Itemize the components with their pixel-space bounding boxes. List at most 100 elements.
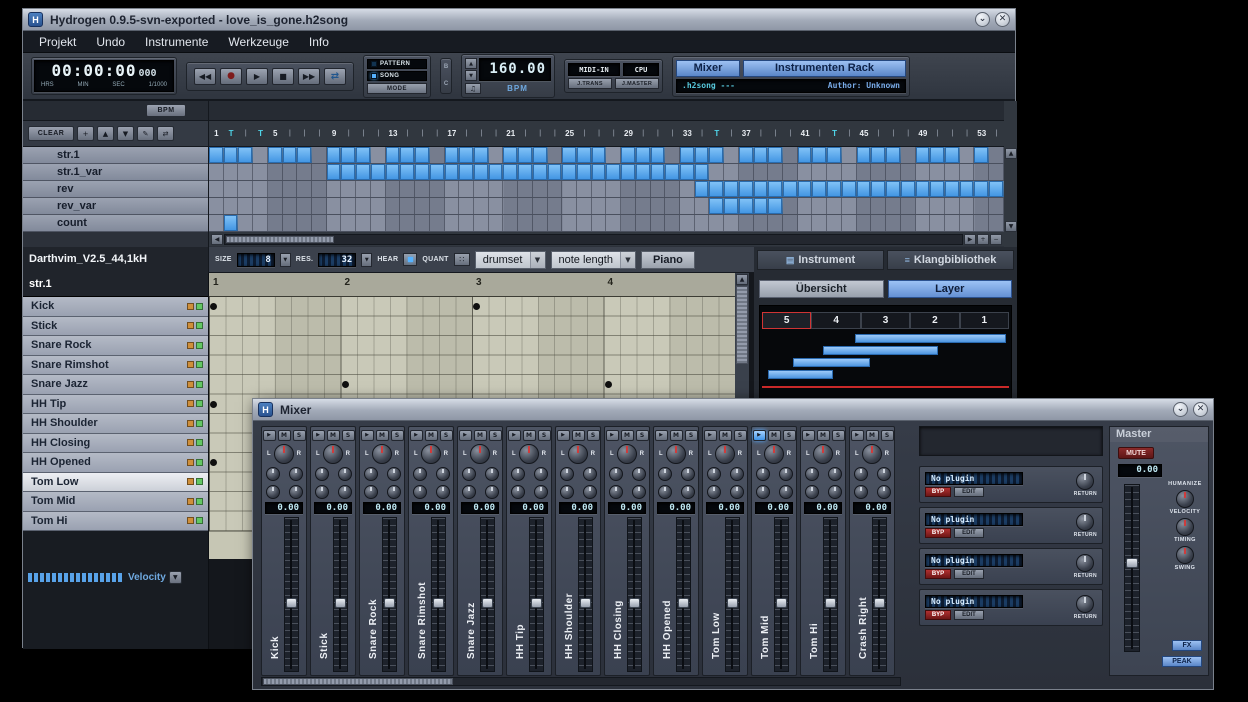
pattern-mode-row[interactable]: PATTERN <box>367 59 427 69</box>
song-grid-cell[interactable] <box>253 147 268 163</box>
hear-notes-button[interactable] <box>403 253 417 266</box>
instrument-solo-led[interactable] <box>196 478 203 485</box>
timeline-cell[interactable]: 5 <box>268 121 283 146</box>
timeline-cell[interactable]: T <box>224 121 239 146</box>
instrument-mute-led[interactable] <box>187 459 194 466</box>
fx-plugin-display[interactable]: No plugin <box>925 595 1023 608</box>
song-grid-cell[interactable] <box>680 147 695 163</box>
timeline-cell[interactable]: | <box>768 121 783 146</box>
song-grid-cell[interactable] <box>238 198 253 214</box>
fx-send-knob[interactable] <box>828 467 842 481</box>
song-grid-cell[interactable] <box>827 181 842 197</box>
velocity-bar[interactable] <box>76 573 80 582</box>
fx-send-knob[interactable] <box>583 485 597 499</box>
song-grid-cell[interactable] <box>562 181 577 197</box>
pan-knob[interactable] <box>372 444 392 464</box>
instrument-solo-led[interactable] <box>196 381 203 388</box>
swing-knob[interactable] <box>1176 546 1194 564</box>
fx-send-knob[interactable] <box>779 485 793 499</box>
song-grid-cell[interactable] <box>224 215 239 231</box>
song-grid-cell[interactable] <box>636 147 651 163</box>
song-grid-cell[interactable] <box>562 147 577 163</box>
song-grid-cell[interactable] <box>974 181 989 197</box>
fx-send-knob[interactable] <box>583 467 597 481</box>
song-grid-cell[interactable] <box>312 164 327 180</box>
song-grid-cell[interactable] <box>695 164 710 180</box>
instrument-solo-led[interactable] <box>196 400 203 407</box>
song-grid-cell[interactable] <box>665 147 680 163</box>
song-grid-cell[interactable] <box>989 215 1004 231</box>
song-grid-cell[interactable] <box>400 164 415 180</box>
mixer-h-scrollbar[interactable] <box>261 677 901 686</box>
timeline-cell[interactable]: | <box>636 121 651 146</box>
fx-send-knob[interactable] <box>877 485 891 499</box>
strip-play-button[interactable]: ▶ <box>459 430 472 441</box>
song-grid-cell[interactable] <box>901 198 916 214</box>
song-grid-cell[interactable] <box>945 181 960 197</box>
song-grid-cell[interactable] <box>930 198 945 214</box>
song-grid-cell[interactable] <box>709 147 724 163</box>
song-grid-cell[interactable] <box>459 164 474 180</box>
timeline-cell[interactable]: 1 <box>209 121 224 146</box>
instrument-solo-led[interactable] <box>196 303 203 310</box>
shade-button[interactable]: ⌄ <box>1173 402 1188 417</box>
strip-play-button[interactable]: ▶ <box>753 430 766 441</box>
instrument-mute-led[interactable] <box>187 400 194 407</box>
fx-bypass-button[interactable]: BYP <box>925 528 951 538</box>
master-peak-button[interactable]: PEAK <box>1162 656 1202 667</box>
song-grid-cell[interactable] <box>224 147 239 163</box>
humanize-timing-knob[interactable] <box>1176 518 1194 536</box>
song-grid-cell[interactable] <box>562 164 577 180</box>
song-track-label[interactable]: str.1 <box>23 147 208 164</box>
pattern-ruler[interactable]: 1234 <box>209 273 735 297</box>
size-dropdown-button[interactable]: ▼ <box>280 253 291 267</box>
note-dot[interactable] <box>210 401 217 408</box>
song-grid-cell[interactable] <box>783 164 798 180</box>
timeline-cell[interactable]: | <box>783 121 798 146</box>
velocity-bar[interactable] <box>64 573 68 582</box>
song-grid-cell[interactable] <box>371 181 386 197</box>
song-grid-cell[interactable] <box>783 181 798 197</box>
pan-knob[interactable] <box>764 444 784 464</box>
fx-edit-button[interactable]: EDIT <box>954 528 984 538</box>
scroll-up-button[interactable]: ▲ <box>1005 148 1017 159</box>
chevron-down-icon[interactable]: ▼ <box>530 252 545 268</box>
mixer-toggle-button[interactable]: Mixer <box>676 60 740 77</box>
velocity-bar[interactable] <box>40 573 44 582</box>
song-grid-cell[interactable] <box>916 164 931 180</box>
song-grid-cell[interactable] <box>312 198 327 214</box>
strip-solo-button[interactable]: S <box>783 430 796 441</box>
pan-knob[interactable] <box>666 444 686 464</box>
fx-send-knob[interactable] <box>413 467 427 481</box>
layer-bar[interactable] <box>855 334 1006 343</box>
chevron-down-icon[interactable]: ▼ <box>620 252 635 268</box>
timeline-cell[interactable]: | <box>871 121 886 146</box>
layer-cell[interactable]: 2 <box>910 312 959 329</box>
layer-cell[interactable]: 5 <box>762 312 811 329</box>
song-grid-cell[interactable] <box>533 147 548 163</box>
velocity-bar[interactable] <box>82 573 86 582</box>
strip-play-button[interactable]: ▶ <box>410 430 423 441</box>
timeline-cell[interactable]: | <box>754 121 769 146</box>
close-button[interactable]: ✕ <box>995 12 1010 27</box>
velocity-label[interactable]: Velocity <box>128 572 166 583</box>
stop-button[interactable]: ■ <box>272 68 294 85</box>
select-mode-button[interactable]: ⇄ <box>157 126 174 141</box>
song-grid-cell[interactable] <box>739 147 754 163</box>
song-mode-row[interactable]: SONG <box>367 71 427 81</box>
strip-play-button[interactable]: ▶ <box>704 430 717 441</box>
song-grid-cell[interactable] <box>857 164 872 180</box>
fx-plugin-display[interactable]: No plugin <box>925 554 1023 567</box>
timeline-cell[interactable]: 41 <box>798 121 813 146</box>
timeline-cell[interactable]: | <box>945 121 960 146</box>
pan-knob[interactable] <box>568 444 588 464</box>
strip-solo-button[interactable]: S <box>832 430 845 441</box>
velocity-bar[interactable] <box>100 573 104 582</box>
song-grid-cell[interactable] <box>312 215 327 231</box>
song-grid-cell[interactable] <box>871 147 886 163</box>
strip-solo-button[interactable]: S <box>391 430 404 441</box>
song-grid-cell[interactable] <box>901 147 916 163</box>
song-grid-cell[interactable] <box>827 147 842 163</box>
fx-send-knob[interactable] <box>609 485 623 499</box>
timeline-cell[interactable]: | <box>238 121 253 146</box>
